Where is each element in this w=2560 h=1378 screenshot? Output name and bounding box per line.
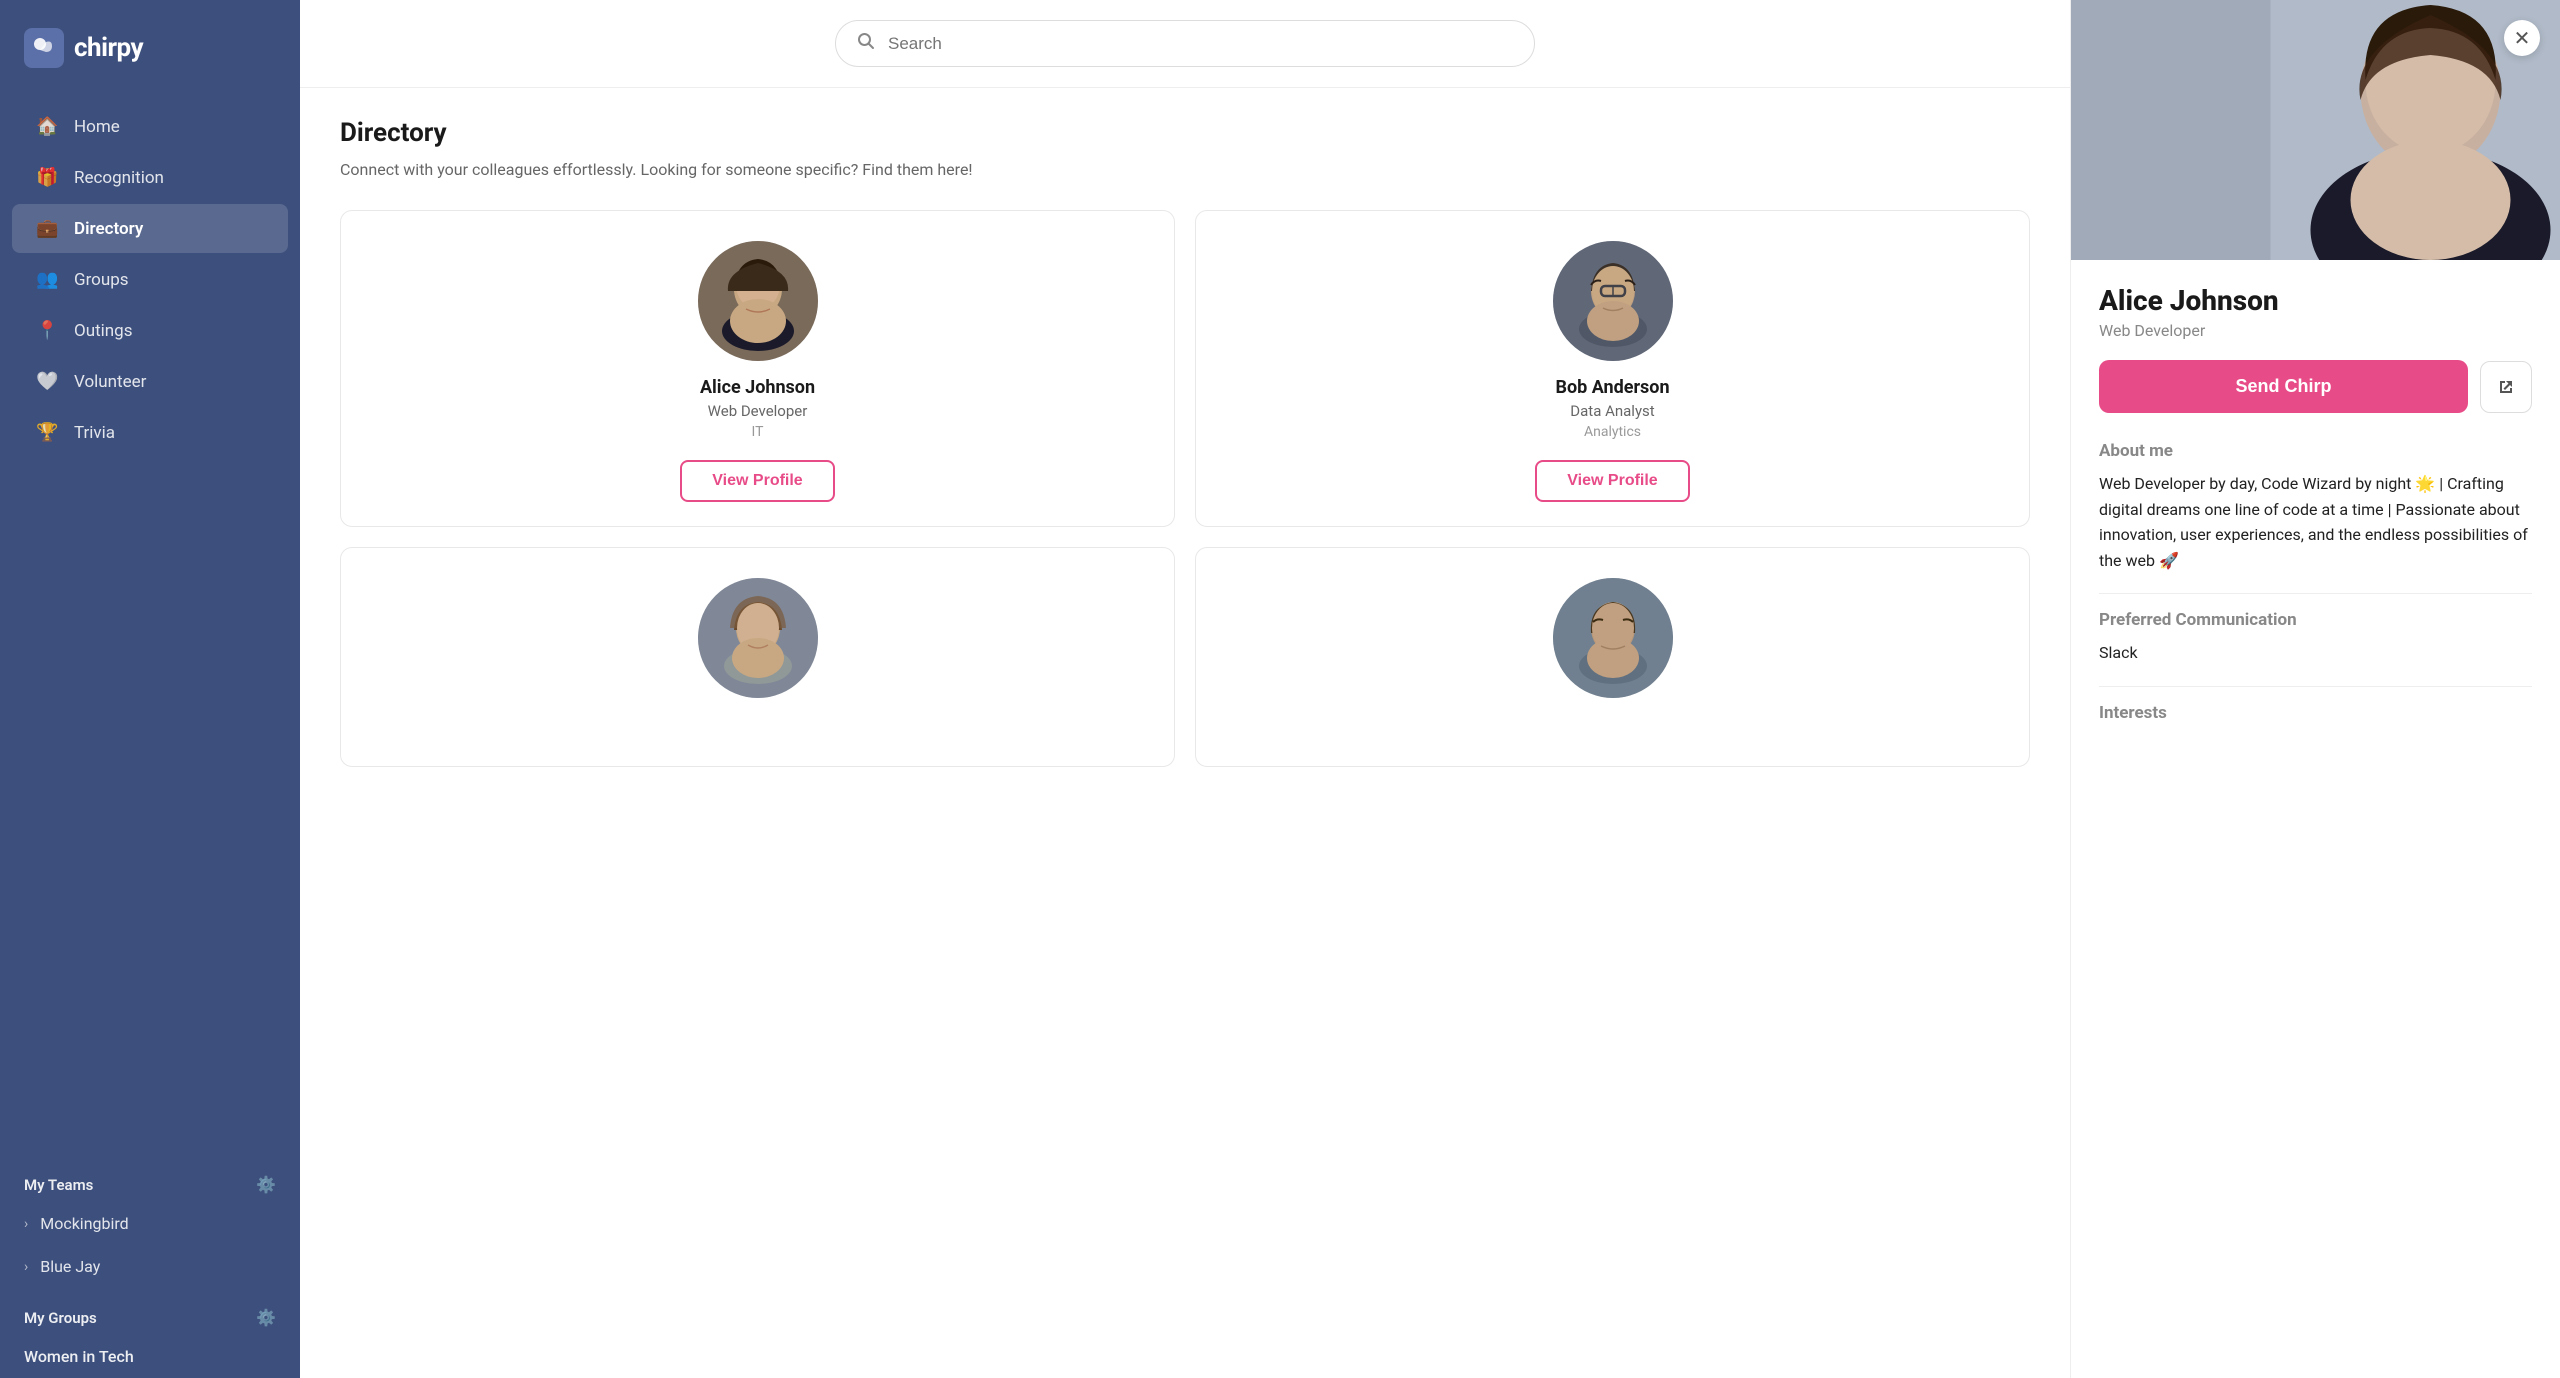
bob-dept: Analytics: [1584, 424, 1641, 440]
avatar-person4: [1553, 578, 1673, 698]
sidebar-item-recognition[interactable]: 🎁 Recognition: [12, 153, 288, 202]
send-chirp-button[interactable]: Send Chirp: [2099, 360, 2468, 413]
outings-icon: 📍: [36, 320, 58, 341]
preferred-comm-value: Slack: [2099, 640, 2532, 666]
my-groups-label: My Groups: [24, 1309, 97, 1327]
sidebar-item-volunteer-label: Volunteer: [74, 372, 146, 392]
avatar-bob: [1553, 241, 1673, 361]
main-content: Directory Connect with your colleagues e…: [300, 0, 2070, 1378]
external-link-button[interactable]: [2480, 361, 2532, 413]
profile-card-person3: [340, 547, 1175, 767]
group-women-in-tech[interactable]: Women in Tech: [0, 1335, 300, 1378]
profile-detail-panel: ✕ Alice Johnson Web Developer Send Chirp…: [2070, 0, 2560, 1378]
interests-heading: Interests: [2099, 703, 2532, 723]
search-icon: [856, 31, 876, 56]
directory-title: Directory: [340, 118, 2030, 148]
sidebar-item-outings-label: Outings: [74, 321, 132, 341]
bob-name: Bob Anderson: [1555, 377, 1669, 398]
alice-name: Alice Johnson: [700, 377, 815, 398]
team-bluejay-label: Blue Jay: [40, 1257, 100, 1276]
sidebar-item-volunteer[interactable]: 🤍 Volunteer: [12, 357, 288, 406]
sidebar-item-recognition-label: Recognition: [74, 168, 164, 188]
teams-gear-icon[interactable]: ⚙️: [256, 1175, 276, 1194]
home-icon: 🏠: [36, 116, 58, 137]
chevron-icon-2: ›: [24, 1259, 28, 1275]
avatar-alice: [698, 241, 818, 361]
groups-gear-icon[interactable]: ⚙️: [256, 1308, 276, 1327]
search-input[interactable]: [888, 34, 1514, 54]
about-me-heading: About me: [2099, 441, 2532, 461]
sidebar-item-groups-label: Groups: [74, 270, 129, 290]
alice-role: Web Developer: [708, 402, 808, 420]
main-nav: 🏠 Home 🎁 Recognition 💼 Directory 👥 Group…: [0, 92, 300, 1155]
search-bar-container: [300, 0, 2070, 88]
search-bar: [835, 20, 1535, 67]
my-teams-section: My Teams ⚙️: [0, 1155, 300, 1202]
app-logo: chirpy: [0, 0, 300, 92]
alice-dept: IT: [752, 424, 764, 440]
my-teams-label: My Teams: [24, 1176, 93, 1194]
recognition-icon: 🎁: [36, 167, 58, 188]
view-profile-alice-button[interactable]: View Profile: [680, 460, 834, 502]
profile-card-bob: Bob Anderson Data Analyst Analytics View…: [1195, 210, 2030, 527]
team-bluejay[interactable]: › Blue Jay: [0, 1245, 300, 1288]
sidebar-item-trivia[interactable]: 🏆 Trivia: [12, 408, 288, 457]
directory-icon: 💼: [36, 218, 58, 239]
avatar-person3: [698, 578, 818, 698]
team-mockingbird[interactable]: › Mockingbird: [0, 1202, 300, 1245]
my-groups-section: My Groups ⚙️: [0, 1288, 300, 1335]
people-grid: Alice Johnson Web Developer IT View Prof…: [340, 210, 2030, 767]
sidebar-item-directory[interactable]: 💼 Directory: [12, 204, 288, 253]
directory-section: Directory Connect with your colleagues e…: [300, 88, 2070, 797]
sidebar-item-outings[interactable]: 📍 Outings: [12, 306, 288, 355]
directory-subtitle: Connect with your colleagues effortlessl…: [340, 158, 2030, 182]
preferred-comm-heading: Preferred Communication: [2099, 610, 2532, 630]
profile-header-image: [2071, 0, 2560, 260]
profile-card-person4: [1195, 547, 2030, 767]
groups-icon: 👥: [36, 269, 58, 290]
sidebar-item-home-label: Home: [74, 117, 120, 137]
trivia-icon: 🏆: [36, 422, 58, 443]
profile-job-title: Web Developer: [2099, 321, 2532, 340]
close-panel-button[interactable]: ✕: [2504, 20, 2540, 56]
profile-full-name: Alice Johnson: [2099, 284, 2532, 317]
bob-role: Data Analyst: [1570, 402, 1654, 420]
team-mockingbird-label: Mockingbird: [40, 1214, 128, 1233]
group-women-in-tech-label: Women in Tech: [24, 1347, 134, 1366]
sidebar-item-directory-label: Directory: [74, 219, 143, 239]
volunteer-icon: 🤍: [36, 371, 58, 392]
sidebar-item-groups[interactable]: 👥 Groups: [12, 255, 288, 304]
sidebar-item-home[interactable]: 🏠 Home: [12, 102, 288, 151]
view-profile-bob-button[interactable]: View Profile: [1535, 460, 1689, 502]
about-me-text: Web Developer by day, Code Wizard by nig…: [2099, 471, 2532, 573]
profile-info: Alice Johnson Web Developer Send Chirp A…: [2071, 260, 2560, 757]
profile-card-alice: Alice Johnson Web Developer IT View Prof…: [340, 210, 1175, 527]
chevron-icon: ›: [24, 1216, 28, 1232]
divider-1: [2099, 593, 2532, 594]
logo-icon: [24, 28, 64, 68]
divider-2: [2099, 686, 2532, 687]
sidebar-item-trivia-label: Trivia: [74, 423, 115, 443]
action-buttons-row: Send Chirp: [2099, 360, 2532, 413]
app-name: chirpy: [74, 33, 143, 63]
sidebar: chirpy 🏠 Home 🎁 Recognition 💼 Directory …: [0, 0, 300, 1378]
